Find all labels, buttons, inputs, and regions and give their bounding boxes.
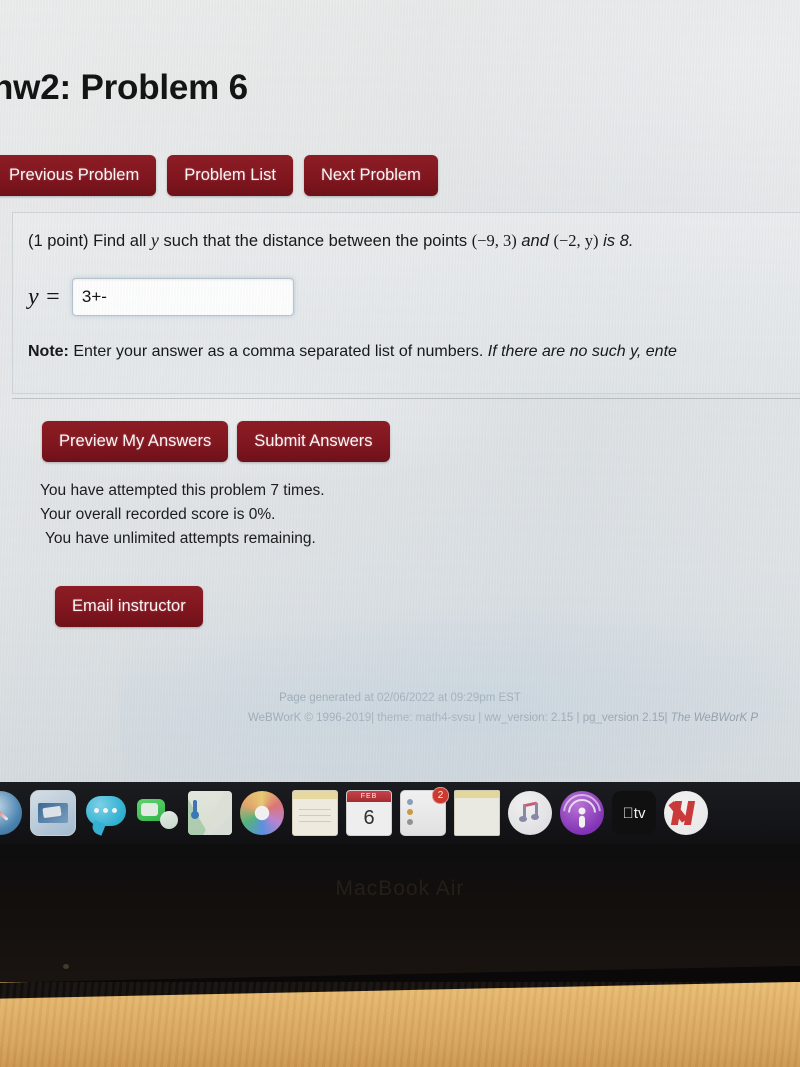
page-title: hw2: Problem 6 (0, 68, 248, 107)
laptop-screen: hw2: Problem 6 Previous Problem Problem … (0, 0, 800, 790)
problem-point-a: (−9, 3) (471, 231, 517, 250)
laptop-bezel: FEB 6 2 tv MacBook Air (0, 782, 800, 982)
screenshot-root: hw2: Problem 6 Previous Problem Problem … (0, 0, 800, 1067)
problem-conjunction: and (521, 232, 549, 250)
news-icon[interactable] (664, 791, 708, 835)
facetime-icon[interactable] (136, 791, 180, 835)
answer-row: y = (28, 278, 294, 316)
problem-points: (1 point) (28, 232, 89, 250)
email-instructor-button[interactable]: Email instructor (55, 586, 203, 627)
note-text: Enter your answer as a comma separated l… (73, 343, 484, 360)
maps-icon[interactable] (188, 791, 232, 835)
mail-icon[interactable] (30, 790, 76, 836)
calendar-icon[interactable]: FEB 6 (346, 790, 392, 836)
calendar-day: 6 (363, 807, 375, 829)
status-attempts: You have attempted this problem 7 times. (40, 482, 325, 499)
status-score: Your overall recorded score is 0%. (40, 506, 276, 523)
footer-generated: Page generated at 02/06/2022 at 09:29pm … (279, 692, 521, 704)
reminders-badge: 2 (432, 787, 449, 804)
music-icon[interactable] (508, 791, 552, 835)
problem-variable: y (150, 230, 159, 250)
bezel-speck (63, 964, 69, 969)
problem-point-b: (−2, y) (553, 231, 599, 250)
page-footer: Page generated at 02/06/2022 at 09:29pm … (0, 688, 800, 724)
macos-dock: FEB 6 2 tv (0, 782, 800, 844)
notes-icon[interactable] (292, 790, 338, 836)
note-text-italic: If there are no such y, ente (487, 343, 677, 360)
previous-problem-button[interactable]: Previous Problem (0, 155, 157, 196)
appletv-label: tv (628, 804, 646, 822)
answer-note: Note: Enter your answer as a comma separ… (28, 343, 677, 361)
appletv-icon[interactable]: tv (612, 791, 656, 835)
section-divider (12, 398, 800, 399)
podcasts-icon[interactable] (560, 791, 604, 835)
footer-credits: WeBWorK © 1996-2019| theme: math4-svsu |… (248, 708, 800, 728)
webwork-page: hw2: Problem 6 Previous Problem Problem … (0, 0, 800, 790)
answer-actions: Preview My Answers Submit Answers (42, 421, 390, 462)
problem-text-pre: Find all (93, 232, 147, 250)
problem-list-button[interactable]: Problem List (167, 155, 293, 196)
desk-surface (0, 982, 800, 1067)
macbook-model-label: MacBook Air (335, 877, 465, 900)
calendar-month: FEB (347, 791, 391, 802)
messages-icon[interactable] (84, 791, 128, 836)
photos-icon[interactable] (240, 791, 284, 835)
reminders-icon[interactable]: 2 (400, 787, 449, 836)
submit-answers-button[interactable]: Submit Answers (237, 421, 390, 462)
problem-navigation: Previous Problem Problem List Next Probl… (0, 155, 438, 196)
problem-text-mid: such that the distance between the point… (163, 232, 468, 250)
stickies-icon[interactable] (454, 790, 500, 836)
next-problem-button[interactable]: Next Problem (303, 155, 438, 196)
footer-credits-italic: The WeBWorK P (670, 712, 759, 724)
answer-label: y = (28, 283, 61, 310)
safari-icon[interactable] (0, 791, 22, 835)
attempt-status: You have attempted this problem 7 times.… (40, 479, 325, 551)
problem-text-end: is 8. (603, 232, 634, 250)
preview-answers-button[interactable]: Preview My Answers (42, 421, 229, 462)
problem-statement: (1 point) Find all y such that the dista… (28, 230, 633, 251)
note-label: Note: (28, 343, 69, 360)
email-instructor-wrap: Email instructor (55, 586, 203, 627)
answer-input[interactable] (71, 278, 294, 316)
status-remaining: You have unlimited attempts remaining. (45, 530, 316, 547)
footer-credits-plain: WeBWorK © 1996-2019| theme: math4-svsu |… (248, 712, 668, 724)
